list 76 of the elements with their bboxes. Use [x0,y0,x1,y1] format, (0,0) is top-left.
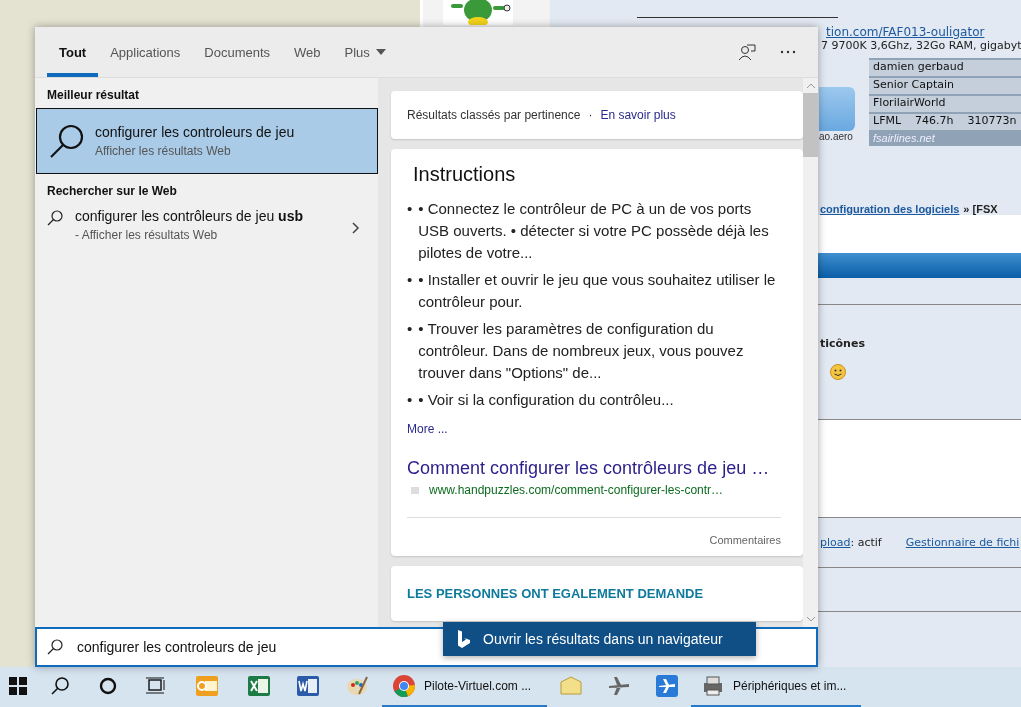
banner-footer: fsairlines.net [869,132,1021,144]
document-app-icon [296,674,320,698]
section-heading: Meilleur résultat [46,87,141,104]
chrome-icon [392,674,416,698]
scroll-thumb[interactable] [803,93,818,157]
feedback-icon[interactable] [738,43,756,61]
taskbar-button[interactable]: Pilote-Virtuel.com ... [382,667,547,707]
filter-tab[interactable]: Plus [332,27,398,77]
ranking-note: Résultats classés par pertinence [407,108,581,122]
section-heading: Rechercher sur le Web [46,183,178,200]
source-url: www.handpuzzles.com/comment-configurer-les-contr… [429,483,724,497]
banner-text: FlorilairWorld [869,96,1021,112]
banner-text: damien gerbaud [869,60,1021,76]
instruction-text: • Connectez le contrôleur de PC à un de vos ports USB ouverts. • détecter si votre PC possède déjà les pilotes de votre... [418,199,770,263]
result-title: configurer les contrôleurs de jeu usb [75,208,304,224]
breadcrumb-link[interactable]: configuration des logiciels [820,203,960,215]
result-subtitle: - Afficher les résultats Web [75,228,219,242]
breadcrumb-text: » [FSX [963,203,998,215]
palette-icon [345,674,369,698]
bullet: • [407,270,413,290]
instruction-text: • Voir si la configuration du contrôleu... [418,390,674,410]
result-subtitle: Afficher les résultats Web [95,144,232,158]
banner-stat: 310773n [967,114,1017,129]
search-icon [49,123,85,159]
best-match-item[interactable]: configurer les controleurs de jeu Afficher les résultats Web [36,108,378,174]
hardware-specs: 7 9700K 3,6Ghz, 32Go RAM, gigabyt [821,39,1021,52]
bing-logo-icon [457,630,471,648]
windows-logo-icon [9,677,27,695]
upload-link[interactable]: pload [820,536,851,549]
banner-text: Senior Captain [869,78,1021,94]
search-icon [50,676,70,696]
profile-link[interactable]: tion.com/FAF013-ouligator [826,25,985,39]
task-view-icon [146,677,166,695]
learn-more-link[interactable]: En savoir plus [600,108,676,122]
airplane-app-icon [655,674,679,698]
related-heading: LES PERSONNES ONT EGALEMENT DEMANDE [407,586,705,601]
open-in-browser-button[interactable]: Ouvrir les résultats dans un navigateur [443,622,756,656]
banner-stat: LFML [873,114,902,129]
bullet: • [407,319,413,339]
result-title: configurer les controleurs de jeu [95,124,295,140]
scroll-up-icon[interactable] [805,81,816,91]
tile-caption: ao.aero [819,131,854,142]
upload-status: : actif [850,536,882,549]
bullet: • [407,390,413,410]
airplane-icon [607,674,631,698]
site-tile[interactable] [819,87,855,131]
taskbar-button[interactable]: Périphériques et im... [691,667,861,707]
printer-icon [701,674,725,698]
search-input[interactable]: configurer les controleurs de jeu [75,638,375,656]
smiley-icon[interactable] [830,364,846,380]
search-icon [47,639,63,655]
web-result-item[interactable]: configurer les contrôleurs de jeu usb - Afficher les résultats Web [35,204,378,246]
file-manager-link[interactable]: Gestionnaire de fichi [905,536,1020,549]
filter-tab[interactable]: Applications [98,27,193,77]
smileys-label: ticônes [820,337,865,350]
banner-stat: 746.7h [915,114,954,129]
card-title: Instructions [412,163,517,186]
outlook-icon [195,674,219,698]
more-options-icon[interactable] [780,50,796,54]
more-link[interactable]: More ... [407,422,781,436]
search-icon [47,210,63,226]
bullet: • [407,199,413,219]
favicon-icon [411,486,419,494]
instruction-text: • Trouver les paramètres de configuration du contrôleur. Dans de nombreux jeux, vous pouvez trouver dans "Options" de... [418,319,745,383]
scrollbar[interactable] [803,78,818,627]
feedback-link[interactable]: Commentaires [709,534,781,546]
spreadsheet-icon [247,674,271,698]
filter-tab[interactable]: Web [282,27,333,77]
source-title-link[interactable]: Comment configurer les contrôleurs de jeu … [407,458,781,479]
filter-tab[interactable]: Documents [192,27,283,77]
scroll-down-icon[interactable] [805,614,816,624]
separator-dot: · [588,108,593,122]
instruction-text: • Installer et ouvrir le jeu que vous souhaitez utiliser le contrôleur pour. [418,270,777,312]
circle-icon [99,677,117,695]
chevron-right-icon [352,222,360,234]
folder-icon [559,674,583,698]
